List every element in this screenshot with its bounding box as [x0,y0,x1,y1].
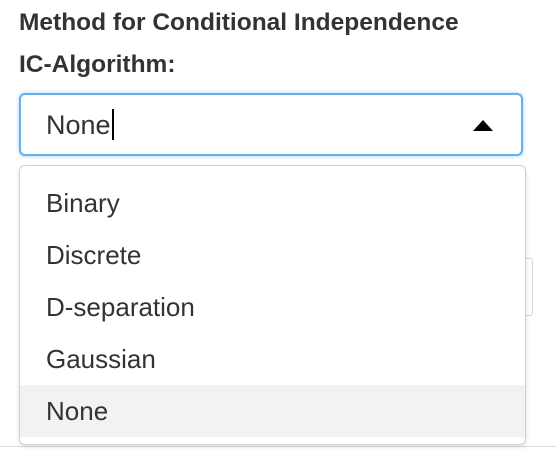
select-value-text[interactable]: None [46,109,114,142]
field-label: Method for Conditional Independence IC-A… [19,2,549,86]
select-current-value: None [46,110,111,140]
caret-up-icon[interactable] [473,120,493,131]
dropdown-option-gaussian[interactable]: Gaussian [20,333,525,385]
dropdown-option-none[interactable]: None [20,385,525,437]
dropdown-option-discrete[interactable]: Discrete [20,229,525,281]
page: Method for Conditional Independence IC-A… [0,0,556,452]
dropdown-option-d-separation[interactable]: D-separation [20,281,525,333]
divider [0,446,556,447]
field-label-line-2: IC-Algorithm: [19,51,176,78]
method-select[interactable]: None [19,93,523,156]
field-label-line-1: Method for Conditional Independence [19,9,459,36]
underlying-input-edge [526,258,533,316]
dropdown-option-binary[interactable]: Binary [20,177,525,229]
text-cursor [111,109,114,140]
dropdown-menu: Binary Discrete D-separation Gaussian No… [19,165,526,445]
